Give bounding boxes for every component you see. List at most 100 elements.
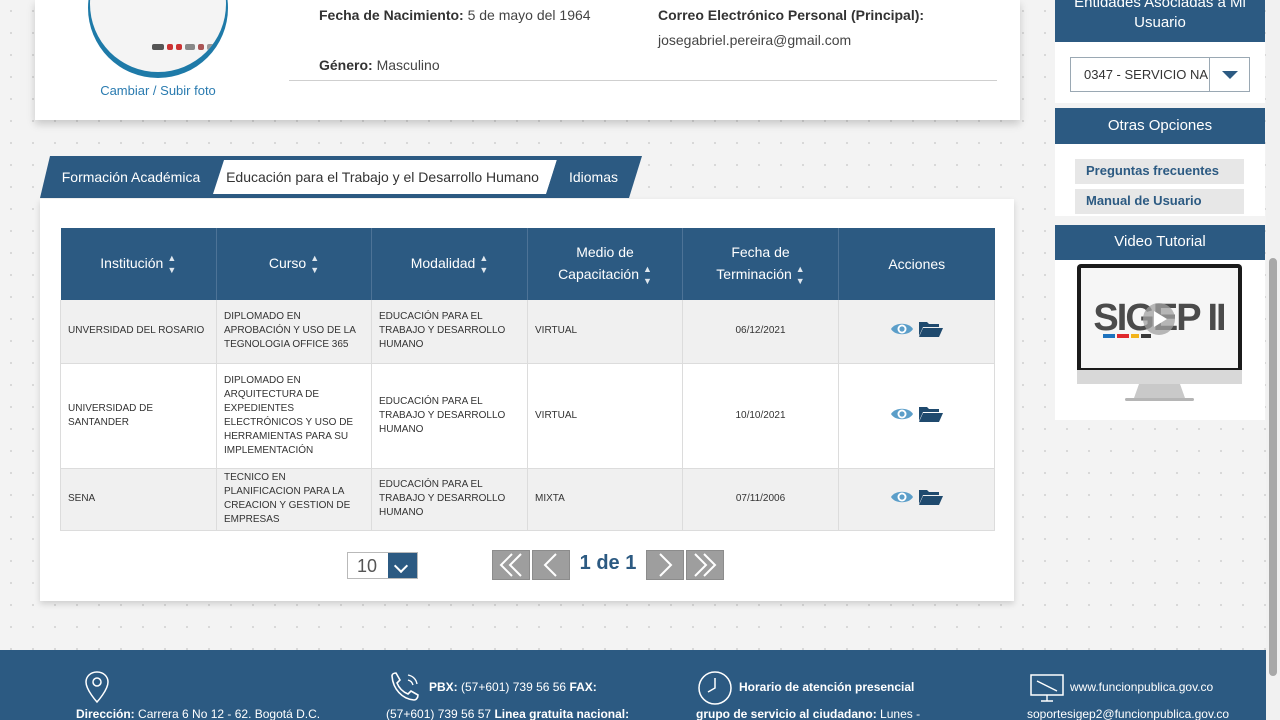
folder-open-icon[interactable] — [918, 488, 944, 506]
col-institution-label: Institución — [100, 255, 164, 271]
cell-actions — [838, 468, 995, 531]
email-value: josegabriel.pereira@gmail.com — [658, 32, 852, 48]
cell-actions — [838, 300, 995, 364]
address-label: Dirección: — [76, 707, 135, 720]
cell-medium: VIRTUAL — [527, 300, 683, 364]
tab-work-education[interactable]: Educación para el Trabajo y el Desarroll… — [207, 156, 562, 198]
chevron-left-icon — [543, 553, 557, 577]
chevron-down-icon[interactable] — [1209, 58, 1249, 91]
double-chevron-right-icon — [694, 553, 717, 577]
gender-field: Género: Masculino — [319, 57, 440, 73]
sort-icon: ▲ ▼ — [310, 253, 320, 275]
cell-course: DIPLOMADO EN ARQUITECTURA DE EXPEDIENTES… — [216, 363, 372, 469]
chevron-right-icon — [659, 553, 673, 577]
training-table: Institución ▲ ▼ Curso ▲ ▼ Modalidad ▲ ▼ Medio … — [60, 228, 995, 531]
sort-icon: ▲ ▼ — [795, 264, 805, 286]
tab-languages-label: Idiomas — [568, 169, 619, 185]
pbx-value: (57+601) 739 56 56 — [461, 680, 567, 694]
last-page-button[interactable] — [686, 550, 724, 580]
entity-select[interactable]: 0347 - SERVICIO NACIONAL DE APRENDIZAJE — [1070, 57, 1250, 92]
entities-title-line1: Entidades Asociadas a Mi — [1074, 0, 1246, 11]
tab-academic-label: Formación Académica — [61, 169, 201, 185]
change-photo-link[interactable]: Cambiar / Subir foto — [88, 83, 228, 98]
cell-modality: EDUCACIÓN PARA EL TRABAJO Y DESARROLLO H… — [371, 468, 528, 531]
cell-modality: EDUCACIÓN PARA EL TRABAJO Y DESARROLLO H… — [371, 300, 528, 364]
birth-date-field: Fecha de Nacimiento: 5 de mayo del 1964 — [319, 7, 591, 23]
gender-value: Masculino — [376, 57, 440, 73]
col-actions-label: Acciones — [888, 256, 946, 272]
tab-academic[interactable]: Formación Académica — [40, 156, 225, 198]
profile-photo — [88, 0, 228, 78]
user-manual-link[interactable]: Manual de Usuario — [1075, 189, 1244, 214]
next-page-button[interactable] — [646, 550, 684, 580]
chevron-down-icon[interactable] — [388, 553, 417, 578]
col-date[interactable]: Fecha de Terminación ▲ ▼ — [682, 228, 839, 300]
birth-date-value: 5 de mayo del 1964 — [467, 7, 591, 23]
eye-icon[interactable] — [890, 321, 914, 337]
entities-title-line2: Usuario — [1134, 14, 1186, 31]
col-medium-label-1: Medio de — [576, 244, 634, 260]
address-value: Carrera 6 No 12 - 62. Bogotá D.C. — [138, 707, 321, 720]
cell-institution: UNIVERSIDAD DE SANTANDER — [60, 363, 217, 469]
faq-link[interactable]: Preguntas frecuentes — [1075, 159, 1244, 184]
cell-institution: SENA — [60, 468, 217, 531]
video-tutorial-title: Video Tutorial — [1055, 225, 1265, 260]
photo-logos — [152, 44, 217, 50]
folder-open-icon[interactable] — [918, 405, 944, 423]
double-chevron-left-icon — [499, 553, 522, 577]
email-label: Correo Electrónico Personal (Principal): — [658, 7, 924, 23]
hours-sub-value: Lunes - — [880, 707, 921, 720]
col-course[interactable]: Curso ▲ ▼ — [216, 228, 372, 300]
col-medium[interactable]: Medio de Capacitación ▲ ▼ — [527, 228, 683, 300]
folder-open-icon[interactable] — [918, 320, 944, 338]
cell-medium: VIRTUAL — [527, 363, 683, 469]
tab-work-education-label: Educación para el Trabajo y el Desarroll… — [226, 169, 539, 185]
table-row: SENA TECNICO EN PLANIFICACION PARA LA CR… — [60, 468, 995, 531]
profile-divider — [289, 80, 997, 81]
col-actions: Acciones — [838, 228, 995, 300]
table-row: UNIVERSIDAD DE SANTANDER DIPLOMADO EN AR… — [60, 363, 995, 469]
footer: Dirección: Carrera 6 No 12 - 62. Bogotá … — [0, 650, 1266, 720]
cell-course: TECNICO EN PLANIFICACION PARA LA CREACIO… — [216, 468, 372, 531]
col-institution[interactable]: Institución ▲ ▼ — [60, 228, 217, 300]
gender-label: Género: — [319, 57, 373, 73]
phone-icon — [391, 672, 419, 701]
hours-sub-label: grupo de servicio al ciudadano: — [696, 707, 877, 720]
scrollbar-thumb[interactable] — [1269, 258, 1277, 676]
table-row: UNVERSIDAD DEL ROSARIO DIPLOMADO EN APRO… — [60, 300, 995, 364]
col-medium-label-2: Capacitación — [558, 266, 639, 282]
hours-title: Horario de atención presencial — [739, 680, 915, 694]
location-pin-icon — [85, 671, 109, 704]
cell-course: DIPLOMADO EN APROBACIÓN Y USO DE LA TEGN… — [216, 300, 372, 364]
page-info: 1 de 1 — [579, 552, 637, 574]
col-modality-label: Modalidad — [410, 255, 476, 271]
tab-languages[interactable]: Idiomas — [545, 156, 642, 198]
website-link[interactable]: www.funcionpublica.gov.co — [1070, 680, 1213, 694]
col-date-label-2: Terminación — [716, 266, 792, 282]
entities-title: Entidades Asociadas a Mi Usuario — [1055, 0, 1265, 42]
eye-icon[interactable] — [890, 406, 914, 422]
col-modality[interactable]: Modalidad ▲ ▼ — [371, 228, 528, 300]
support-email-link[interactable]: soportesigep2@funcionpublica.gov.co — [1027, 707, 1229, 720]
sort-icon: ▲ ▼ — [479, 253, 489, 275]
prev-page-button[interactable] — [532, 550, 570, 580]
sort-icon: ▲ ▼ — [643, 264, 652, 286]
page-size-select[interactable]: 10 — [347, 552, 418, 579]
page-size-value: 10 — [357, 556, 378, 576]
cell-medium: MIXTA — [527, 468, 683, 531]
cell-actions — [838, 363, 995, 469]
cell-date: 10/10/2021 — [682, 363, 839, 469]
cell-date: 07/11/2006 — [682, 468, 839, 531]
cell-modality: EDUCACIÓN PARA EL TRABAJO Y DESARROLLO H… — [371, 363, 528, 469]
pbx-label: PBX: — [429, 680, 458, 694]
fax-label: FAX: — [569, 680, 597, 694]
birth-date-label: Fecha de Nacimiento: — [319, 7, 464, 23]
other-options-title: Otras Opciones — [1055, 108, 1265, 144]
free-line-label: Linea gratuita nacional: — [494, 707, 630, 720]
entity-select-value: 0347 - SERVICIO NACIONAL DE APRENDIZAJE — [1084, 67, 1208, 82]
cell-institution: UNVERSIDAD DEL ROSARIO — [60, 300, 217, 364]
first-page-button[interactable] — [492, 550, 530, 580]
eye-icon[interactable] — [890, 489, 914, 505]
clock-icon — [698, 671, 732, 705]
video-thumbnail[interactable]: SIGEP II — [1077, 264, 1242, 402]
